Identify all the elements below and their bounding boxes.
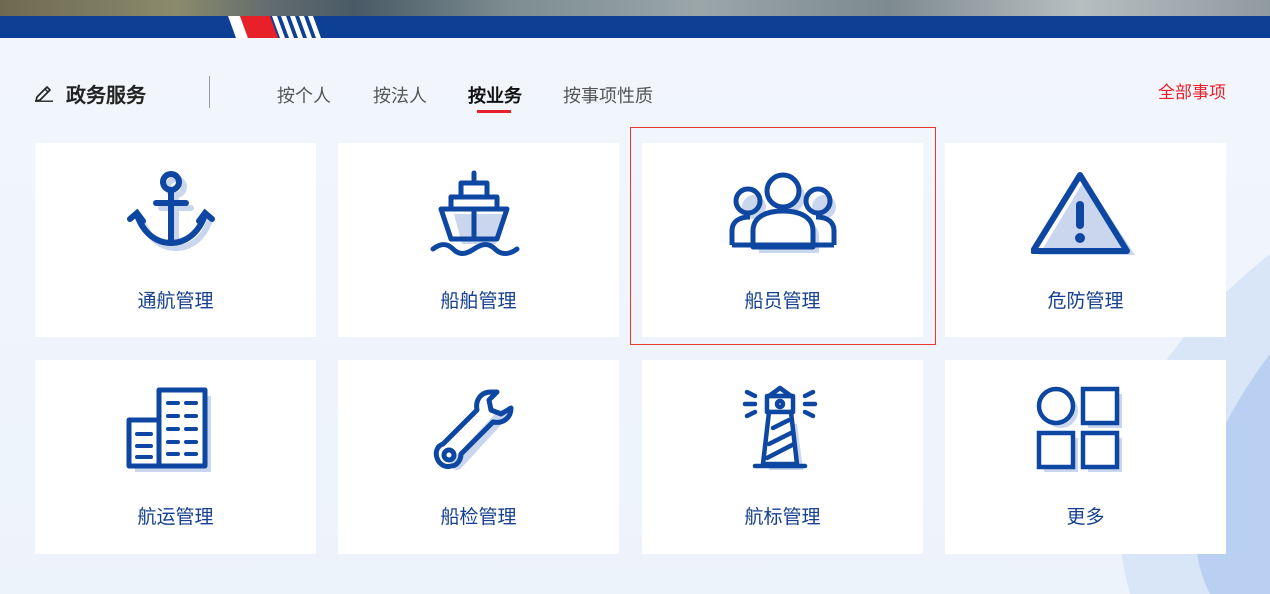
card-label: 通航管理 [137, 291, 214, 312]
all-items-link[interactable]: 全部事项 [1158, 78, 1226, 103]
card-label: 船检管理 [440, 507, 517, 528]
card-label: 更多 [1066, 507, 1105, 528]
card-ship-management[interactable]: 船舶管理 [338, 143, 619, 337]
card-shipping-management[interactable]: 航运管理 [35, 360, 316, 554]
card-navigation-aids-management[interactable]: 航标管理 [642, 360, 923, 554]
tab-by-legal-person[interactable]: 按法人 [373, 82, 427, 108]
card-crew-management[interactable]: 船员管理 [642, 143, 923, 337]
wrench-icon [433, 389, 513, 470]
active-tab-indicator [477, 110, 511, 113]
card-ship-inspection-management[interactable]: 船检管理 [338, 360, 619, 554]
card-label: 船员管理 [744, 291, 821, 312]
tab-by-individual[interactable]: 按个人 [277, 82, 331, 108]
ship-icon [430, 170, 519, 256]
crew-icon [729, 172, 836, 253]
card-label: 航标管理 [744, 507, 821, 528]
tab-by-item-nature[interactable]: 按事项性质 [563, 82, 653, 108]
header-banner-image [0, 0, 1270, 16]
brand-stripes [228, 16, 328, 38]
pencil-icon [35, 86, 53, 102]
card-navigation-management[interactable]: 通航管理 [35, 143, 316, 337]
card-hazard-prevention-management[interactable]: 危防管理 [945, 143, 1226, 337]
card-label: 危防管理 [1047, 291, 1124, 312]
card-label: 船舶管理 [440, 291, 517, 312]
header-blue-bar [0, 16, 1270, 38]
lighthouse-icon [742, 385, 817, 470]
header-divider [209, 76, 210, 108]
card-more[interactable]: 更多 [945, 360, 1226, 554]
warning-triangle-icon [1030, 172, 1135, 255]
card-label: 航运管理 [137, 507, 214, 528]
grid-more-icon [1036, 386, 1122, 472]
tab-by-business[interactable]: 按业务 [468, 82, 522, 108]
building-icon [126, 387, 211, 472]
section-title: 政务服务 [66, 85, 146, 107]
anchor-icon [126, 171, 215, 252]
